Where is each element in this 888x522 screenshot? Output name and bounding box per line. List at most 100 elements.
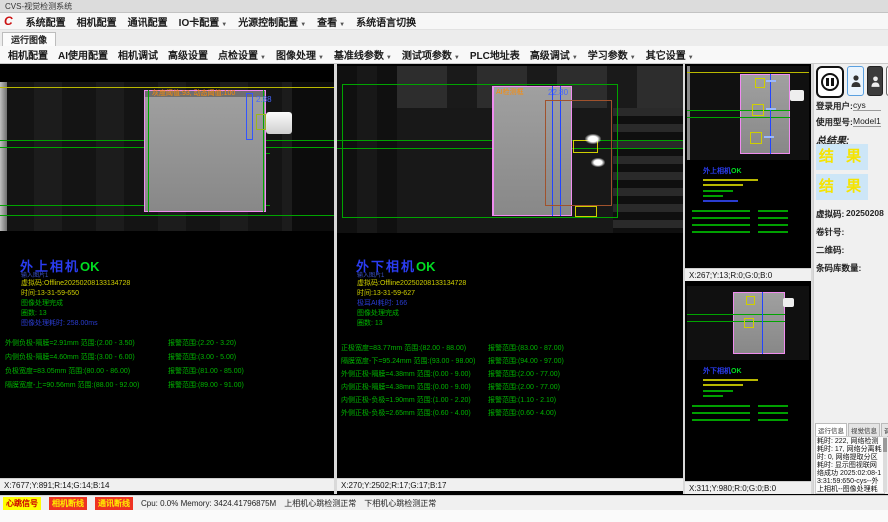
app-status-bar: 心跳信号 相机断线 通讯断线 Cpu: 0.0% Memory: 3424.41… (0, 495, 888, 510)
green-line (687, 321, 785, 322)
mini-measure-row (758, 405, 788, 407)
left-time: 时间:13-31-59-650 (21, 288, 79, 298)
tool-other-settings[interactable]: 其它设置▼ (646, 47, 694, 62)
left-camera-ok-status: OK (80, 259, 100, 274)
blue-measure-value: 22.80 (548, 88, 568, 97)
left-camera-image[interactable]: 灰度阈值:93, 动态阈值:100 2.88 (0, 82, 334, 231)
alarm-range: 报警范围:(2.00 - 77.00) (488, 382, 560, 392)
menu-io-config[interactable]: IO卡配置▼ (179, 14, 228, 29)
blue-measure-value: 2.88 (256, 95, 272, 104)
alarm-range: 报警范围:(89.00 - 91.00) (168, 380, 244, 390)
tool-ai-config[interactable]: AI使用配置 (58, 47, 108, 62)
tool-test-params[interactable]: 测试项参数▼ (402, 47, 460, 62)
mini-measure-row (758, 224, 788, 226)
tab-vision-info[interactable]: 视觉信息 (848, 423, 880, 437)
menu-system-config[interactable]: 系统配置 (26, 14, 66, 29)
pause-button[interactable] (816, 66, 844, 98)
battery-cell-region (740, 74, 790, 154)
mini-measure-row (758, 412, 788, 414)
window-footer (0, 510, 888, 522)
middle-camera-image[interactable]: AI检测框 22.80 (337, 66, 683, 233)
result-badge-2: 结 果 (816, 174, 868, 200)
tool-camera-config[interactable]: 相机配置 (8, 47, 48, 62)
middle-virtual-code: 虚拟码:Offline20250208133134728 (357, 278, 466, 288)
middle-turn-count: 圈数: 13 (357, 318, 383, 328)
blue-measure-line (770, 74, 771, 154)
dark-stripe (292, 82, 334, 231)
login-user-button[interactable] (847, 66, 864, 96)
model-value[interactable]: Model1 (853, 116, 881, 127)
login-user-value[interactable]: cys (853, 100, 881, 111)
mini-text-line (703, 379, 758, 381)
dropdown-arrow-icon: ▼ (386, 55, 392, 61)
menu-light-config[interactable]: 光源控制配置▼ (238, 14, 306, 29)
measurement-row: 外侧正极-隔膜=4.38mm 范围:(0.00 - 9.00) (341, 369, 471, 379)
mini-measure-row (692, 217, 750, 219)
mini-label (766, 108, 776, 110)
thumbnail-2-image[interactable] (687, 286, 809, 360)
tab-debug-info[interactable]: 调试信息 (881, 423, 888, 437)
window-title: CVS-视觉检测系统 (5, 2, 72, 11)
mini-measure-row (758, 210, 788, 212)
measurement-row: 外侧正极-负极=2.65mm 范围:(0.60 - 4.00) (341, 408, 471, 418)
measurement-row: 内侧正极-负极=1.90mm 范围:(1.00 - 2.20) (341, 395, 471, 405)
dropdown-arrow-icon: ▼ (260, 55, 266, 61)
tab-detect-box (752, 104, 764, 116)
tab-run-info[interactable]: 运行信息 (815, 423, 847, 437)
tool-image-processing[interactable]: 图像处理▼ (276, 47, 324, 62)
tool-camera-debug[interactable]: 相机调试 (118, 47, 158, 62)
green-line (687, 314, 785, 315)
comm-offline-badge: 通讯断线 (95, 497, 133, 510)
tab-detect-box (744, 318, 754, 328)
middle-process-done: 图像处理完成 (357, 308, 399, 318)
tool-plc-address[interactable]: PLC地址表 (470, 47, 520, 62)
dropdown-arrow-icon: ▼ (454, 55, 460, 61)
alarm-range: 报警范围:(3.00 - 5.00) (168, 352, 236, 362)
measurement-row: 外侧负极-隔膜=2.91mm 范围:(2.00 - 3.50) (5, 338, 135, 348)
left-process-done: 图像处理完成 (21, 298, 63, 308)
thumbnail-1-image[interactable] (687, 66, 809, 160)
battery-cell-region (733, 292, 785, 354)
operator-button[interactable] (867, 66, 883, 96)
tool-spot-check[interactable]: 点检设置▼ (218, 47, 266, 62)
glare-spot (585, 134, 601, 144)
thumbnail-1-title: 外上相机OK (703, 166, 742, 176)
scrollbar-thumb[interactable] (883, 438, 887, 452)
model-label: 使用型号: (816, 116, 853, 128)
log-output[interactable]: 耗时: 222, 网络检测耗时: 17, 网络分离耗时: 0, 网络提取分区耗时… (815, 436, 885, 494)
middle-coordinate-bar: X:270;Y:2502;R:17;G:17;B:17 (337, 478, 683, 491)
ai-detect-label: AI检测框 (496, 87, 524, 97)
left-coordinate-bar: X:7677;Y:891;R:14;G:14;B:14 (0, 478, 334, 491)
mini-measure-row (758, 231, 788, 233)
tool-advanced-debug[interactable]: 高级调试▼ (530, 47, 578, 62)
tool-advanced-settings[interactable]: 高级设置 (168, 47, 208, 62)
menu-view[interactable]: 查看▼ (317, 14, 345, 29)
mini-measure-row (692, 210, 750, 212)
result-badge-1: 结 果 (816, 144, 868, 170)
log-tabs: 运行信息 视觉信息 调试信息 (815, 423, 888, 437)
menu-comm-config[interactable]: 通讯配置 (128, 14, 168, 29)
mini-text-line (703, 390, 733, 392)
log-scrollbar[interactable] (883, 436, 887, 492)
green-edge-line (148, 90, 149, 212)
tool-learning-params[interactable]: 学习参数▼ (588, 47, 636, 62)
tab-detect-box (750, 132, 762, 144)
tab-run-image[interactable]: 运行图像 (2, 32, 56, 47)
menu-language-switch[interactable]: 系统语言切换 (356, 14, 416, 29)
tool-baseline-params[interactable]: 基准线参数▼ (334, 47, 392, 62)
middle-ai-elapsed: 极耳AI耗时: 166 (357, 298, 407, 308)
connector-part (266, 112, 292, 134)
mini-label (764, 136, 774, 138)
alarm-range: 报警范围:(94.00 - 97.00) (488, 356, 564, 366)
measurement-row: 正极宽度=83.77mm 范围:(82.00 - 88.00) (341, 343, 466, 353)
mini-text-line (703, 184, 743, 186)
tab-strip: 运行图像 (0, 30, 888, 47)
menu-camera-config[interactable]: 相机配置 (77, 14, 117, 29)
left-turn-count: 圈数: 13 (21, 308, 47, 318)
cpu-memory-status: Cpu: 0.0% Memory: 3424.41796875M (141, 499, 276, 508)
alarm-range: 报警范围:(81.00 - 85.00) (168, 366, 244, 376)
toolbar: 相机配置 AI使用配置 相机调试 高级设置 点检设置▼ 图像处理▼ 基准线参数▼… (0, 46, 888, 64)
machinery-slats (613, 108, 683, 233)
user-icon (851, 74, 861, 88)
mini-measure-row (692, 405, 750, 407)
